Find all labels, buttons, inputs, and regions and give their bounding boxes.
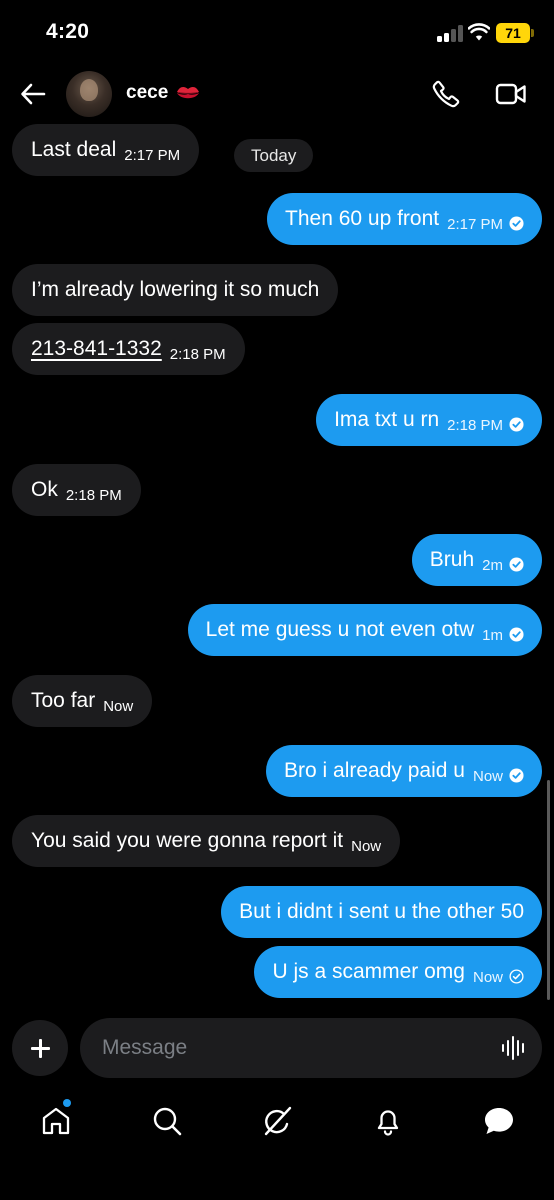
message-timestamp: 2:18 PM bbox=[447, 417, 503, 434]
cellular-signal-icon bbox=[437, 25, 463, 42]
message-timestamp: 2:18 PM bbox=[169, 346, 226, 363]
message-text: Last deal bbox=[31, 138, 117, 161]
message-timestamp: Now bbox=[472, 969, 503, 986]
message-bubble-outgoing[interactable]: Bruh 2m bbox=[411, 534, 542, 586]
scrollbar[interactable] bbox=[547, 780, 550, 1000]
message-text: Too far bbox=[31, 689, 96, 712]
message-timestamp: 1m bbox=[482, 627, 503, 644]
message-bubble-outgoing[interactable]: Ima txt u rn 2:18 PM bbox=[316, 394, 542, 446]
home-icon[interactable] bbox=[39, 1104, 73, 1138]
read-receipt-icon bbox=[509, 417, 524, 432]
message-text: Ok bbox=[31, 478, 58, 501]
message-text: Bruh bbox=[429, 548, 475, 571]
read-receipt-icon bbox=[509, 216, 524, 231]
message-timestamp: Now bbox=[472, 768, 503, 785]
back-arrow-icon[interactable] bbox=[19, 80, 47, 108]
phone-call-icon[interactable] bbox=[432, 80, 460, 108]
message-text: Ima txt u rn bbox=[334, 408, 440, 431]
message-timestamp: 2:17 PM bbox=[447, 216, 503, 233]
message-timestamp: 2:18 PM bbox=[65, 487, 122, 504]
message-bubble-incoming[interactable]: Last deal 2:17 PM bbox=[12, 124, 200, 176]
message-bubble-incoming[interactable]: You said you were gonna report it Now bbox=[12, 815, 401, 867]
message-timestamp: 2m bbox=[482, 557, 503, 574]
battery-indicator: 71 bbox=[496, 23, 530, 43]
message-timestamp: Now bbox=[103, 698, 134, 715]
message-bubble-outgoing[interactable]: Bro i already paid u Now bbox=[266, 745, 542, 797]
message-input[interactable] bbox=[80, 1018, 542, 1078]
message-bubble-outgoing[interactable]: Let me guess u not even otw 1m bbox=[187, 604, 542, 656]
read-receipt-icon bbox=[509, 557, 524, 572]
sent-receipt-icon bbox=[509, 969, 524, 984]
message-text: Bro i already paid u bbox=[284, 759, 465, 782]
message-timestamp: Now bbox=[351, 838, 382, 855]
conversation-header: cece bbox=[0, 66, 554, 124]
status-bar: 4:20 71 bbox=[0, 0, 554, 66]
messages-icon[interactable] bbox=[482, 1104, 516, 1138]
grok-icon[interactable] bbox=[260, 1104, 294, 1138]
date-divider: Today bbox=[234, 139, 314, 172]
notifications-icon[interactable] bbox=[371, 1104, 405, 1138]
read-receipt-icon bbox=[509, 768, 524, 783]
read-receipt-icon bbox=[509, 627, 524, 642]
message-bubble-outgoing[interactable]: Then 60 up front 2:17 PM bbox=[267, 193, 542, 245]
battery-nub bbox=[531, 29, 534, 37]
contact-name[interactable]: cece bbox=[126, 82, 168, 104]
status-time: 4:20 bbox=[46, 20, 90, 43]
add-attachment-button[interactable] bbox=[12, 1020, 68, 1076]
message-bubble-incoming[interactable]: I’m already lowering it so much bbox=[12, 264, 339, 316]
kiss-mark-icon bbox=[177, 87, 199, 99]
phone-number-link[interactable]: 213-841-1332 bbox=[31, 337, 162, 360]
message-bubble-outgoing[interactable]: But i didnt i sent u the other 50 bbox=[221, 886, 542, 938]
bottom-tab-bar bbox=[0, 1090, 554, 1200]
wifi-icon bbox=[468, 23, 490, 41]
message-timestamp: 2:17 PM bbox=[124, 147, 181, 164]
message-text: But i didnt i sent u the other 50 bbox=[239, 900, 524, 923]
message-bubble-incoming[interactable]: Too far Now bbox=[12, 675, 153, 727]
voice-message-icon[interactable] bbox=[500, 1035, 528, 1061]
message-text: Then 60 up front bbox=[285, 207, 440, 230]
video-call-icon[interactable] bbox=[495, 82, 527, 106]
message-text: U js a scammer omg bbox=[272, 960, 465, 983]
message-bubble-incoming[interactable]: Ok 2:18 PM bbox=[12, 464, 141, 516]
message-text: I’m already lowering it so much bbox=[31, 278, 320, 301]
message-text: Let me guess u not even otw bbox=[205, 618, 475, 641]
message-bubble-incoming[interactable]: 213-841-1332 2:18 PM bbox=[12, 323, 245, 375]
message-text: You said you were gonna report it bbox=[31, 829, 344, 852]
home-notification-dot bbox=[63, 1099, 71, 1107]
message-bubble-outgoing[interactable]: U js a scammer omg Now bbox=[254, 946, 542, 998]
contact-avatar[interactable] bbox=[66, 71, 112, 117]
search-icon[interactable] bbox=[150, 1104, 184, 1138]
